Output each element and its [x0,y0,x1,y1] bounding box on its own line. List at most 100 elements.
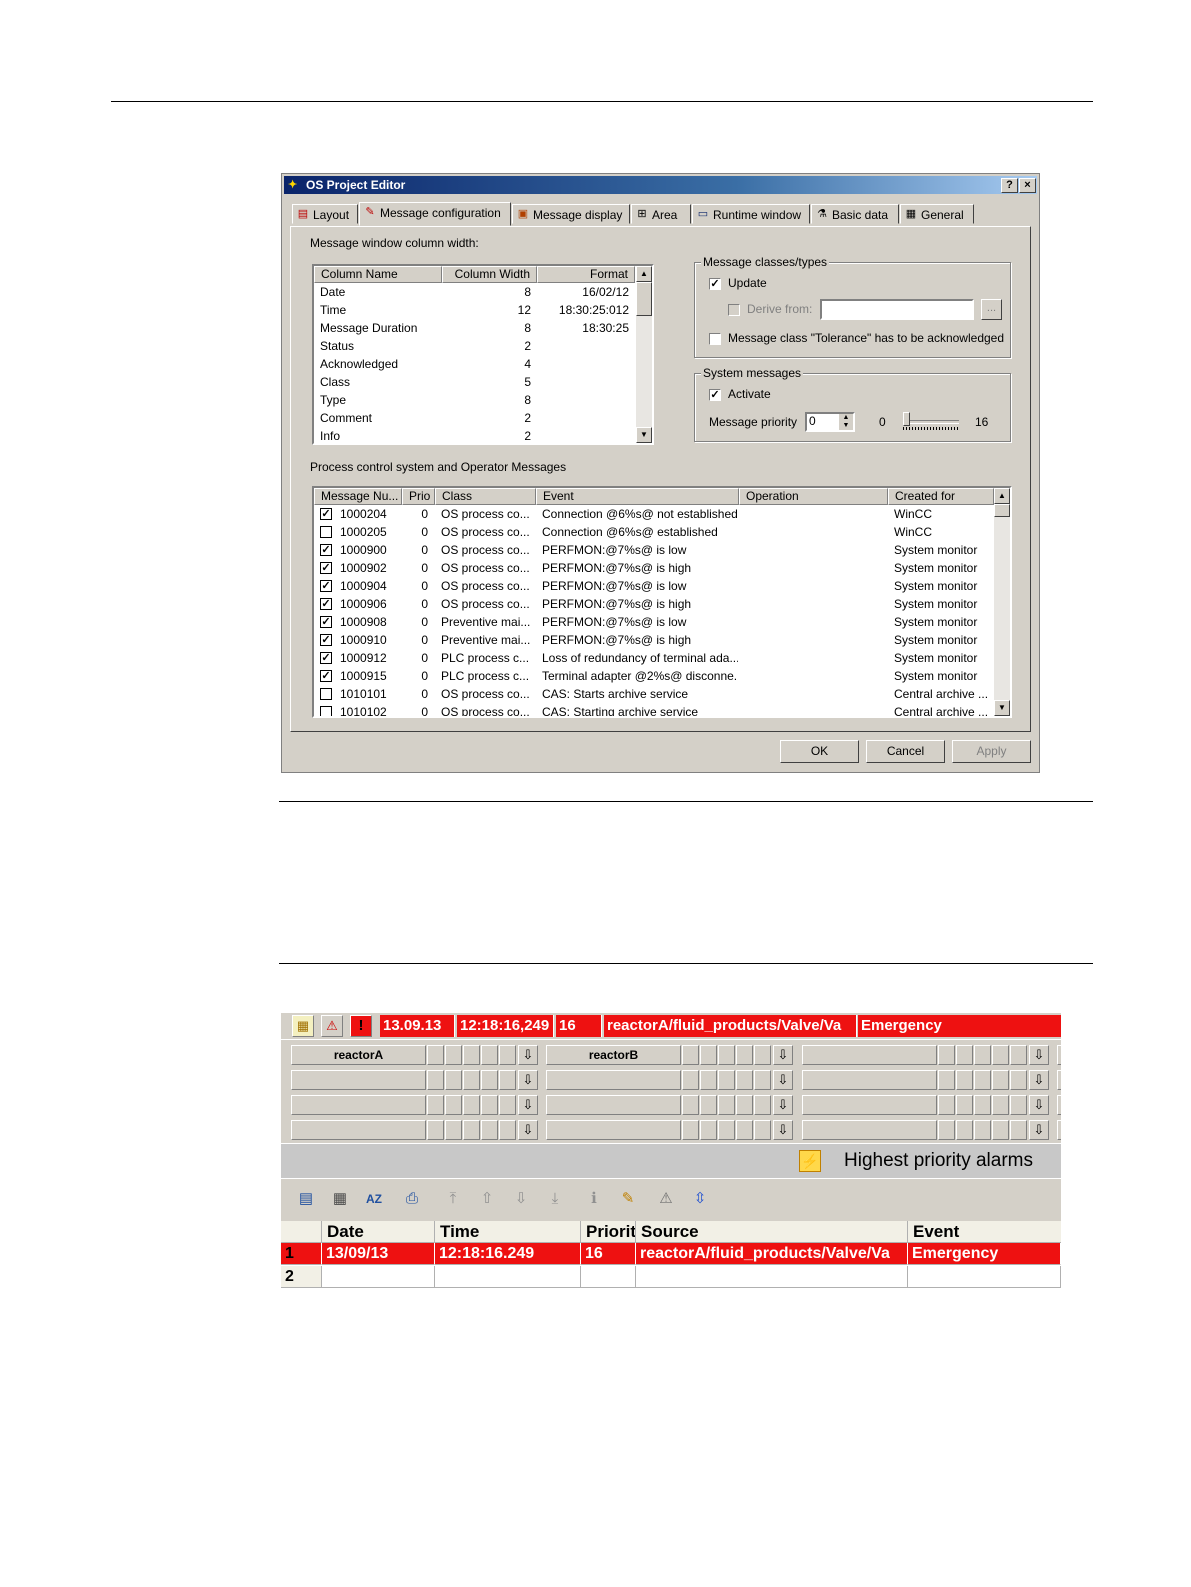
message-enable-checkbox[interactable] [320,688,332,700]
autoscroll-icon[interactable]: ⇳ [687,1185,713,1213]
header-time[interactable]: Time [435,1221,581,1243]
print-icon[interactable]: ⎙ [399,1185,425,1213]
column-width-cell[interactable]: 8 [442,319,531,337]
exclamation-icon[interactable]: ! [350,1015,372,1037]
tab-runtime-window[interactable]: ▭ Runtime window [692,204,810,224]
activate-checkbox[interactable]: ✓ [709,389,721,401]
column-format-cell[interactable] [537,355,629,373]
page-up-icon[interactable]: ⇧ [474,1185,500,1213]
spin-up-icon[interactable]: ▲ [839,414,853,422]
alarm-source-cell[interactable]: reactorA/fluid_products/Valve/Va [636,1243,908,1265]
column-name-cell[interactable]: Info [320,427,440,443]
spin-down-icon[interactable]: ▼ [839,422,853,430]
header-priority[interactable]: Priorit [581,1221,636,1243]
column-format-cell[interactable]: 18:30:25 [537,319,629,337]
tab-basic-data[interactable]: ⚗ Basic data [811,204,899,224]
help-button[interactable]: ? [1001,178,1018,193]
tab-message-configuration[interactable]: ✎ Message configuration [359,202,511,226]
area-button[interactable] [291,1095,426,1115]
area-arrow-down-icon[interactable]: ⇩ [1029,1095,1049,1115]
header-source[interactable]: Source [636,1221,908,1243]
message-enable-checkbox[interactable]: ✓ [320,616,332,628]
info-icon[interactable]: ℹ [581,1185,607,1213]
msg-header-prio[interactable]: Prio [402,488,435,505]
column-width-cell[interactable]: 2 [442,427,531,443]
alarm-date-cell[interactable]: 13/09/13 [322,1243,435,1265]
scroll-up-icon[interactable]: ▲ [636,266,652,282]
area-arrow-down-icon[interactable]: ⇩ [518,1120,538,1140]
message-enable-checkbox[interactable]: ✓ [320,508,332,520]
column-format-cell[interactable] [537,427,629,443]
message-enable-checkbox[interactable]: ✓ [320,598,332,610]
message-enable-checkbox[interactable]: ✓ [320,544,332,556]
area-arrow-down-icon[interactable]: ⇩ [773,1070,793,1090]
column-name-cell[interactable]: Comment [320,409,440,427]
message-enable-checkbox[interactable]: ✓ [320,562,332,574]
area-arrow-down-icon[interactable]: ⇩ [518,1095,538,1115]
column-name-cell[interactable]: Status [320,337,440,355]
area-button[interactable]: reactorA [291,1045,426,1065]
col-header-column-name[interactable]: Column Name [314,266,442,283]
area-arrow-down-icon[interactable]: ⇩ [1029,1120,1049,1140]
alarm-priority-cell[interactable]: 16 [581,1243,636,1265]
column-width-cell[interactable]: 2 [442,409,531,427]
alarm-triangle-icon[interactable]: ⚠ [321,1015,343,1037]
column-width-cell[interactable]: 12 [442,301,531,319]
priority-slider[interactable] [901,412,961,434]
message-priority-spinner[interactable]: 0 ▲ ▼ [805,412,855,432]
area-button[interactable] [546,1120,681,1140]
tab-layout[interactable]: ▤ Layout [292,204,358,224]
column-format-cell[interactable] [537,337,629,355]
column-width-list[interactable]: Column Name Column Width Format Date 8 16/… [312,264,654,445]
browse-button[interactable]: ... [981,299,1002,320]
msg-header-created-for[interactable]: Created for [888,488,994,505]
area-button[interactable] [802,1045,937,1065]
alarm-source-cell[interactable] [636,1266,908,1288]
column-format-cell[interactable] [537,391,629,409]
sort-az-icon[interactable]: AZ [361,1185,387,1213]
list-icon[interactable]: ▦ [292,1015,314,1037]
tab-area[interactable]: ⊞ Area [631,204,691,224]
column-name-cell[interactable]: Date [320,283,440,301]
page-down-icon[interactable]: ⇩ [508,1185,534,1213]
message-enable-checkbox[interactable]: ✓ [320,652,332,664]
alarm-event-cell[interactable] [908,1266,1061,1288]
area-arrow-down-icon[interactable]: ⇩ [518,1070,538,1090]
area-arrow-down-icon[interactable]: ⇩ [1029,1045,1049,1065]
area-button[interactable] [802,1095,937,1115]
loop-in-alarm-icon[interactable]: ⚠ [653,1185,679,1213]
area-arrow-down-icon[interactable]: ⇩ [773,1120,793,1140]
column-width-cell[interactable]: 5 [442,373,531,391]
derive-from-input[interactable] [820,299,974,320]
col-header-column-width[interactable]: Column Width [442,266,537,283]
message-enable-checkbox[interactable] [320,706,332,716]
column-width-cell[interactable]: 8 [442,283,531,301]
comment-icon[interactable]: ✎ [615,1185,641,1213]
message-list-scrollbar[interactable]: ▲ ▼ [994,488,1010,716]
column-format-cell[interactable]: 18:30:25:012 [537,301,629,319]
column-name-cell[interactable]: Acknowledged [320,355,440,373]
msg-header-class[interactable]: Class [435,488,536,505]
alarm-priority-cell[interactable] [581,1266,636,1288]
header-date[interactable]: Date [322,1221,435,1243]
tab-message-display[interactable]: ▣ Message display [512,204,630,224]
printer-grid-icon[interactable]: ▦ [327,1185,353,1213]
slider-thumb[interactable] [903,412,910,426]
alarm-time-cell[interactable]: 12:18:16.249 [435,1243,581,1265]
column-name-cell[interactable]: Message Duration [320,319,440,337]
column-width-cell[interactable]: 8 [442,391,531,409]
message-enable-checkbox[interactable]: ✓ [320,670,332,682]
tolerance-checkbox[interactable] [709,333,721,345]
area-button-partial[interactable] [1057,1095,1061,1115]
header-event[interactable]: Event [908,1221,1061,1243]
ok-button[interactable]: OK [780,740,859,763]
column-name-cell[interactable]: Class [320,373,440,391]
message-enable-checkbox[interactable] [320,526,332,538]
column-format-cell[interactable] [537,373,629,391]
update-checkbox[interactable]: ✓ [709,278,721,290]
area-button[interactable]: reactorB [546,1045,681,1065]
area-button[interactable] [546,1070,681,1090]
column-name-cell[interactable]: Time [320,301,440,319]
area-arrow-down-icon[interactable]: ⇩ [1029,1070,1049,1090]
tab-general[interactable]: ▦ General [900,204,974,224]
